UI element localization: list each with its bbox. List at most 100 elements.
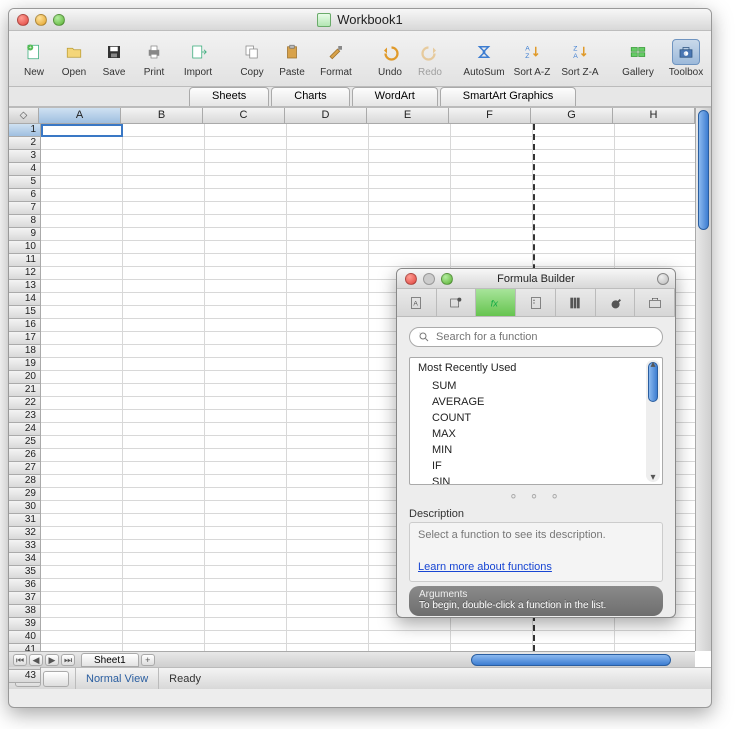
save-button[interactable]: Save [95, 39, 133, 78]
cell[interactable] [41, 449, 123, 462]
cell[interactable] [287, 618, 369, 631]
cell[interactable] [615, 618, 695, 631]
cell[interactable] [123, 618, 205, 631]
row-header[interactable]: 43 [9, 670, 41, 683]
row-header[interactable]: 3 [9, 150, 41, 163]
cell[interactable] [123, 384, 205, 397]
cell[interactable] [123, 215, 205, 228]
cell[interactable] [287, 358, 369, 371]
cell[interactable] [287, 579, 369, 592]
cell[interactable] [451, 631, 533, 644]
cell[interactable] [41, 306, 123, 319]
cell[interactable] [369, 163, 451, 176]
cell[interactable] [369, 137, 451, 150]
palette-tab-object[interactable] [437, 289, 477, 316]
cell[interactable] [41, 319, 123, 332]
function-list[interactable]: Most Recently Used SUMAVERAGECOUNTMAXMIN… [409, 357, 663, 485]
row-header[interactable]: 22 [9, 397, 41, 410]
function-search-input[interactable] [409, 327, 663, 347]
scroll-down-icon[interactable]: ▾ [648, 472, 658, 483]
cell[interactable] [123, 306, 205, 319]
row-header[interactable]: 13 [9, 280, 41, 293]
row-header[interactable]: 14 [9, 293, 41, 306]
cell[interactable] [205, 228, 287, 241]
cell[interactable] [41, 215, 123, 228]
cell[interactable] [123, 371, 205, 384]
cell[interactable] [287, 202, 369, 215]
sheet-next-button[interactable]: ▶ [45, 654, 59, 666]
row-header[interactable]: 30 [9, 501, 41, 514]
cell[interactable] [451, 137, 533, 150]
row-header[interactable]: 10 [9, 241, 41, 254]
cell[interactable] [287, 137, 369, 150]
cell[interactable] [533, 215, 615, 228]
sort-az-button[interactable]: AZSort A-Z [509, 39, 555, 78]
tab-sheets[interactable]: Sheets [189, 87, 269, 106]
cell[interactable] [369, 631, 451, 644]
cell[interactable] [205, 644, 287, 651]
cell[interactable] [205, 202, 287, 215]
cell[interactable] [41, 631, 123, 644]
cell[interactable] [369, 176, 451, 189]
cell[interactable] [41, 267, 123, 280]
cell[interactable] [615, 137, 695, 150]
cell[interactable] [287, 267, 369, 280]
function-item[interactable]: MIN [410, 442, 662, 458]
row-header[interactable]: 27 [9, 462, 41, 475]
row-header[interactable]: 7 [9, 202, 41, 215]
cell[interactable] [287, 384, 369, 397]
cell[interactable] [287, 527, 369, 540]
cell[interactable] [123, 124, 205, 137]
cell[interactable] [41, 137, 123, 150]
cell[interactable] [205, 631, 287, 644]
cell[interactable] [369, 150, 451, 163]
paste-button[interactable]: Paste [273, 39, 311, 78]
cell[interactable] [451, 241, 533, 254]
cell[interactable] [205, 436, 287, 449]
palette-zoom-icon[interactable] [441, 273, 453, 285]
row-header[interactable]: 12 [9, 267, 41, 280]
row-header[interactable]: 32 [9, 527, 41, 540]
cell[interactable] [287, 163, 369, 176]
row-header[interactable]: 2 [9, 137, 41, 150]
cell[interactable] [205, 358, 287, 371]
row-header[interactable]: 31 [9, 514, 41, 527]
cell[interactable] [287, 566, 369, 579]
cell[interactable] [451, 254, 533, 267]
function-item[interactable]: COUNT [410, 410, 662, 426]
row-header[interactable]: 19 [9, 358, 41, 371]
cell[interactable] [123, 501, 205, 514]
cell[interactable] [369, 215, 451, 228]
cell[interactable] [615, 202, 695, 215]
cell[interactable] [123, 280, 205, 293]
row-header[interactable]: 6 [9, 189, 41, 202]
palette-tab-compatibility[interactable] [596, 289, 636, 316]
cell[interactable] [205, 462, 287, 475]
row-header[interactable]: 28 [9, 475, 41, 488]
cell[interactable] [533, 163, 615, 176]
cell[interactable] [533, 618, 615, 631]
sort-za-button[interactable]: ZASort Z-A [557, 39, 603, 78]
cell[interactable] [205, 254, 287, 267]
cell[interactable] [123, 605, 205, 618]
cell[interactable] [533, 228, 615, 241]
cell[interactable] [369, 254, 451, 267]
tab-charts[interactable]: Charts [271, 87, 349, 106]
cell[interactable] [205, 605, 287, 618]
cell[interactable] [41, 592, 123, 605]
cell[interactable] [533, 254, 615, 267]
row-header[interactable]: 16 [9, 319, 41, 332]
palette-tab-reference[interactable] [556, 289, 596, 316]
row-header[interactable]: 18 [9, 345, 41, 358]
cell[interactable] [123, 410, 205, 423]
import-button[interactable]: Import [175, 39, 221, 78]
cell[interactable] [451, 176, 533, 189]
row-header[interactable]: 21 [9, 384, 41, 397]
cell[interactable] [451, 618, 533, 631]
cell[interactable] [205, 163, 287, 176]
cell[interactable] [205, 267, 287, 280]
row-header[interactable]: 4 [9, 163, 41, 176]
cell[interactable] [287, 410, 369, 423]
cell[interactable] [123, 267, 205, 280]
cell[interactable] [41, 605, 123, 618]
